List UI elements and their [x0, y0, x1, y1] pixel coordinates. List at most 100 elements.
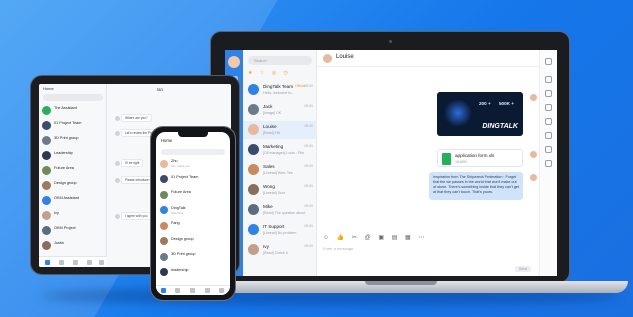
avatar	[248, 184, 259, 195]
avatar	[115, 178, 120, 183]
contact-name: Jack	[263, 104, 273, 109]
workbench-icon[interactable]	[190, 288, 195, 293]
contact-name: 01 Project Team	[171, 174, 199, 179]
contact-row[interactable]: Leadership	[39, 149, 107, 162]
contact-row[interactable]: The Assistant	[39, 104, 107, 117]
laptop-device: Search ★ ☆ ◎ ◷ DingTalk Team Official Hell…	[210, 31, 570, 283]
profile-icon[interactable]	[99, 260, 104, 265]
contact-row[interactable]: Justin	[39, 239, 107, 252]
page-title: Home	[161, 138, 173, 143]
contact-time: 09:00	[304, 184, 314, 188]
contact-preview: [Unread] Wes: Yes	[263, 171, 293, 175]
message-bubble: Inspiration from The Shipwreck Federatio…	[429, 172, 523, 200]
folder-icon[interactable]	[545, 118, 552, 125]
contact-row[interactable]: Marketing [Oli managed] Louis : Pile 09:00	[243, 141, 317, 159]
search-input[interactable]	[161, 149, 225, 155]
more-icon[interactable]	[545, 58, 552, 65]
contact-row[interactable]: leadership	[156, 267, 230, 279]
page-title: Home	[43, 86, 54, 91]
send-button[interactable]: Send	[515, 266, 531, 272]
conversation-list: Home The Assistant 01 Project Team 3D Prin…	[39, 84, 107, 267]
tool-sidebar	[539, 50, 557, 276]
avatar	[115, 161, 120, 166]
avatar	[160, 206, 168, 214]
contact-time: 09:00	[304, 244, 314, 248]
avatar	[115, 131, 120, 136]
contact-name: Design group	[171, 236, 194, 241]
avatar	[42, 136, 51, 145]
banner-brand: DINGTALK	[482, 123, 518, 130]
contact-row[interactable]: IT Support [Unread] No problem 09:00	[243, 221, 317, 239]
profile-icon[interactable]	[219, 288, 224, 293]
chart-icon[interactable]	[545, 160, 552, 167]
pin-icon[interactable]	[545, 76, 552, 83]
avatar[interactable]	[228, 56, 240, 68]
contact-row[interactable]: 3D Print group	[39, 134, 107, 147]
filter-icons[interactable]: ★ ☆ ◎ ◷	[248, 70, 312, 78]
contact-name: leadership	[171, 267, 189, 272]
message-toolbar[interactable]: ☺ 👍 ✂ @ ▣ ▤ ▦ ⋯	[323, 234, 427, 241]
file-attachment[interactable]: application form.xls 18.6KB	[437, 149, 523, 167]
spreadsheet-icon	[442, 153, 451, 165]
contacts-icon[interactable]	[87, 260, 92, 265]
contact-row[interactable]: Ivy	[39, 209, 107, 222]
contact-row[interactable]: Louise [Read] File 09:00	[243, 121, 317, 139]
contact-row[interactable]: Ivy [Read] Check it 09:00	[243, 241, 317, 259]
contact-row[interactable]: Sales [Unread] Wes: Yes 09:00	[243, 161, 317, 179]
avatar	[115, 116, 120, 121]
avatar	[160, 190, 168, 199]
contact-name: 3D Print group	[54, 136, 79, 140]
phone-screen: Home Zhu OK, thank you 01 Project Team Futu…	[156, 132, 230, 295]
contact-row[interactable]: 3D Print group	[156, 251, 230, 263]
contact-row[interactable]: OKM Assistant	[39, 194, 107, 207]
contact-name: The Assistant	[54, 106, 77, 110]
contact-row[interactable]: 01 Project Team	[39, 119, 107, 132]
avatar	[248, 84, 259, 95]
message-bubble: Where are you?	[115, 114, 152, 122]
chat-header: Louise	[317, 50, 539, 67]
contact-row[interactable]: Jack [Image] OK 09:00	[243, 101, 317, 119]
messages-icon[interactable]	[45, 260, 50, 265]
contact-row[interactable]: Mike [Read] The question about 09:00	[243, 201, 317, 219]
contact-row[interactable]: Wong [Unread] Sure 09:00	[243, 181, 317, 199]
contact-row[interactable]: DingTalk Team Official Hello, welcome to..…	[243, 81, 317, 99]
contact-name: Louise	[263, 124, 277, 129]
search-input[interactable]: Search	[248, 56, 312, 65]
messages-icon[interactable]	[161, 288, 166, 293]
avatar	[530, 94, 537, 101]
contact-row[interactable]: DingTalk Welcome	[156, 205, 230, 217]
avatar	[42, 121, 51, 130]
contact-preview: [Unread] Sure	[263, 191, 286, 195]
promo-image[interactable]: 200 + 500K + DINGTALK	[437, 92, 523, 136]
speaker-graphic	[443, 100, 473, 126]
message-text: Where are you?	[125, 116, 148, 120]
avatar	[248, 124, 259, 135]
history-icon[interactable]	[545, 104, 552, 111]
chat-panel: Louise 200 + 500K + DINGTALK application…	[317, 50, 539, 276]
contact-row[interactable]: Zhu OK, thank you	[156, 158, 230, 170]
search-input[interactable]	[43, 94, 103, 101]
contact-name: Justin	[54, 241, 64, 245]
contact-name: OKM Assistant	[54, 196, 79, 200]
workbench-icon[interactable]	[73, 260, 78, 265]
contact-row[interactable]: Future Area	[39, 164, 107, 177]
bell-icon[interactable]	[545, 90, 552, 97]
contacts-icon[interactable]	[205, 288, 210, 293]
contact-row[interactable]: Design group	[39, 179, 107, 192]
avatar	[160, 159, 168, 168]
image-icon[interactable]	[545, 132, 552, 139]
contact-time: 09:00	[304, 104, 314, 108]
contact-row[interactable]: Future Area	[156, 189, 230, 201]
bottom-nav	[156, 285, 230, 295]
settings-icon[interactable]	[545, 146, 552, 153]
avatar	[530, 151, 537, 158]
contact-row[interactable]: Design group	[156, 236, 230, 248]
contact-row[interactable]: Fang	[156, 220, 230, 232]
contact-row[interactable]: 01 Project Team	[156, 174, 230, 186]
contact-row[interactable]: OKM Project	[39, 224, 107, 237]
camera-dot	[389, 40, 392, 43]
message-input[interactable]: Enter a message	[323, 246, 353, 251]
docs-icon[interactable]	[59, 260, 64, 265]
docs-icon[interactable]	[175, 288, 180, 293]
message-bubble: I agree with you	[115, 212, 152, 220]
